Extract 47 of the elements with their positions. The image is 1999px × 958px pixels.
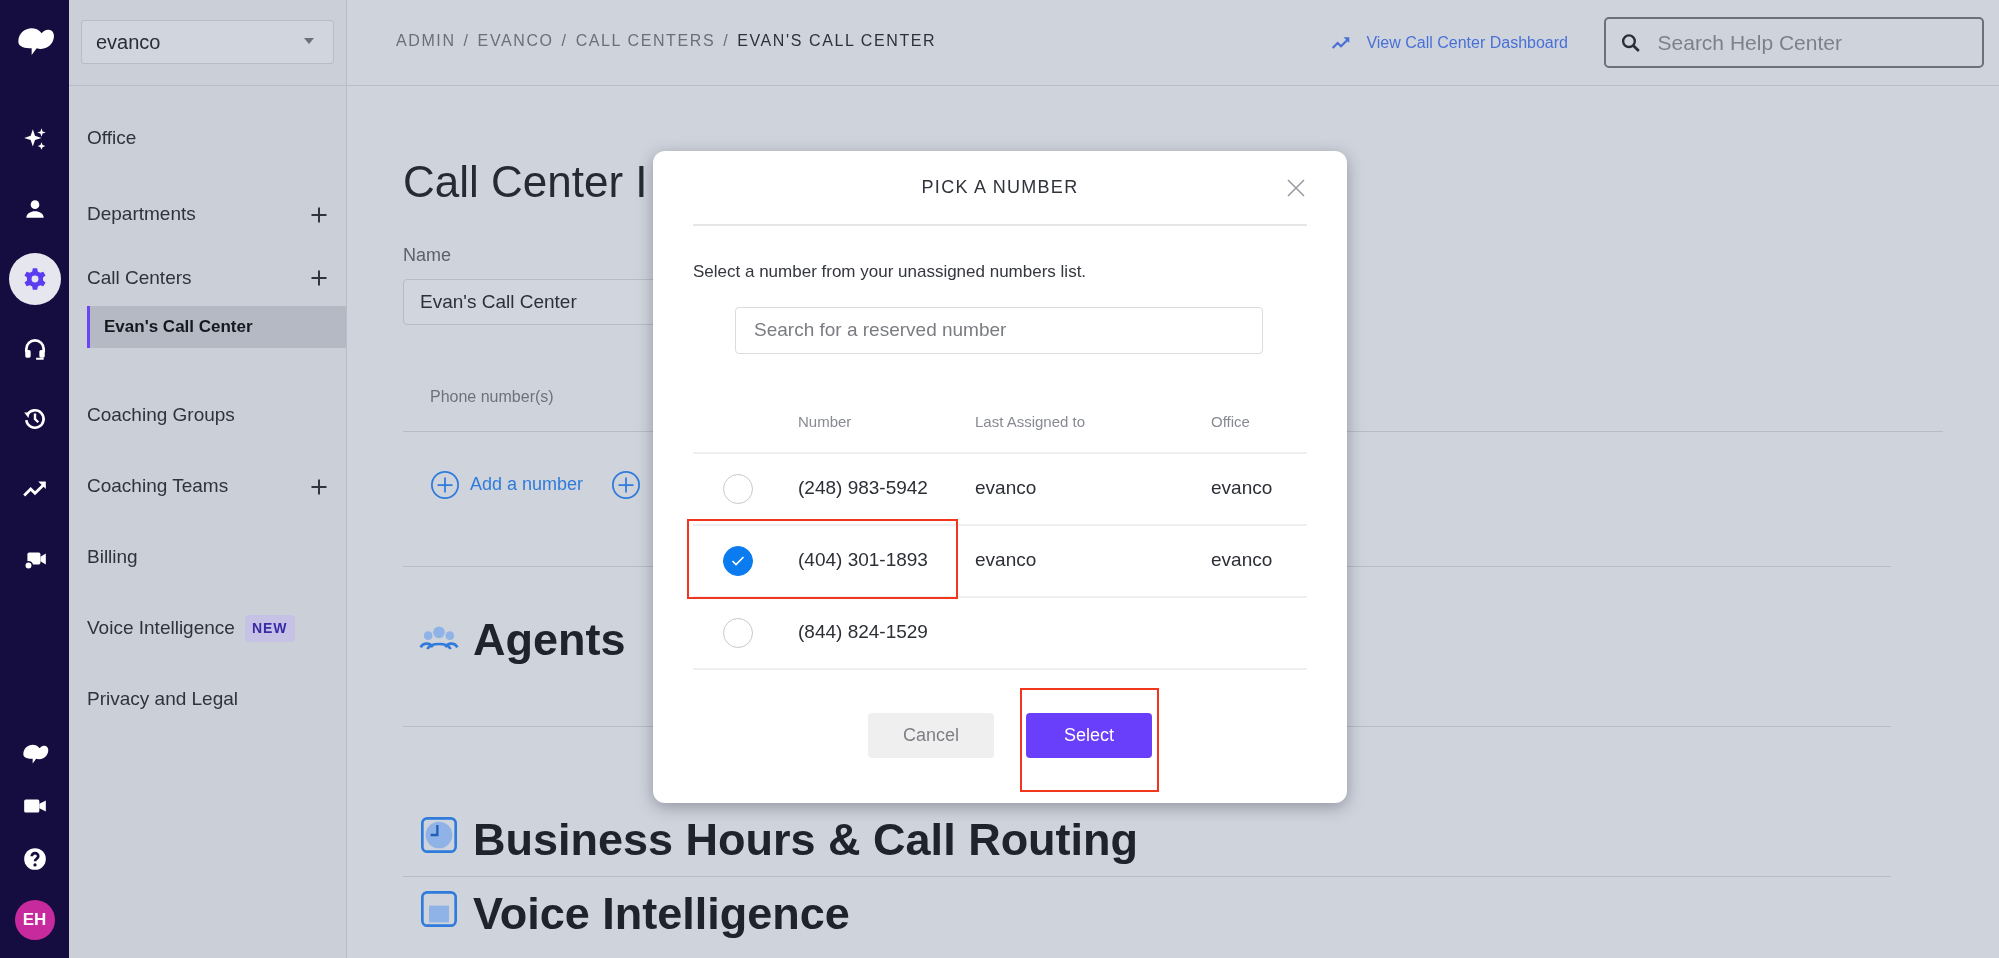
table-cell-text: evanco [1211, 548, 1274, 573]
plus-circle-icon [611, 469, 642, 500]
workspace-name: evanco [96, 30, 161, 55]
breadcrumb-item: EVAN'S CALL CENTER [737, 30, 937, 51]
table-cell-text: (404) 301-1893 [798, 548, 929, 573]
column-header: Office [1211, 412, 1251, 433]
sidebar-item[interactable]: Coaching Teams [87, 472, 229, 501]
new-badge: NEW [244, 615, 295, 642]
column-header: Last Assigned to [975, 412, 1087, 433]
plus-circle-icon [430, 469, 460, 500]
workspace-dropdown[interactable]: evanco [81, 20, 334, 64]
cancel-button[interactable]: Cancel [868, 712, 994, 758]
sidebar-subitem[interactable]: Evan's Call Center [87, 306, 346, 348]
help-icon[interactable] [21, 846, 48, 872]
sidebar-item[interactable]: Office [87, 123, 137, 153]
radio-button[interactable] [723, 617, 753, 648]
help-search-box[interactable]: Search Help Center [1604, 17, 1984, 68]
column-header: Number [798, 412, 853, 433]
table-cell-text: evanco [975, 476, 1038, 501]
page-title: Call Center I [403, 156, 648, 208]
breadcrumb-separator: / [463, 30, 470, 51]
table-cell-text: (248) 983-5942 [798, 476, 929, 501]
section-title: Agents [473, 614, 626, 665]
radio-button[interactable] [723, 473, 753, 504]
search-field[interactable]: Search for a reserved number [735, 306, 1263, 354]
sidebar-item[interactable]: Call Centers [87, 263, 192, 293]
breadcrumb-separator: / [723, 30, 730, 51]
sidebar-item[interactable]: Voice Intelligence [87, 614, 235, 643]
sidebar-item[interactable]: Privacy and Legal [87, 685, 239, 714]
clock-icon [419, 814, 459, 855]
table-cell-text: evanco [975, 548, 1038, 573]
field-label: Name [403, 243, 452, 267]
section-title: Business Hours & Call Routing [473, 814, 1139, 865]
sidebar-item[interactable]: Departments [87, 200, 196, 229]
check-icon [731, 554, 745, 567]
dialog-title: PICK A NUMBER [921, 176, 1079, 199]
table-cell-text: (844) 824-1529 [798, 620, 929, 645]
sidebar-item[interactable]: Billing [87, 543, 138, 572]
select-button[interactable]: Select [1026, 712, 1152, 758]
radio-button[interactable] [723, 545, 753, 576]
table-cell-text: evanco [1211, 476, 1274, 501]
avatar[interactable]: EH [14, 900, 55, 940]
sidebar-item[interactable]: Coaching Groups [87, 401, 235, 430]
breadcrumb-separator: / [561, 30, 568, 51]
help-search-field[interactable]: Search Help Center [1655, 25, 1968, 60]
settings-button[interactable] [8, 253, 61, 305]
section-title: Voice Intelligence [473, 888, 850, 939]
